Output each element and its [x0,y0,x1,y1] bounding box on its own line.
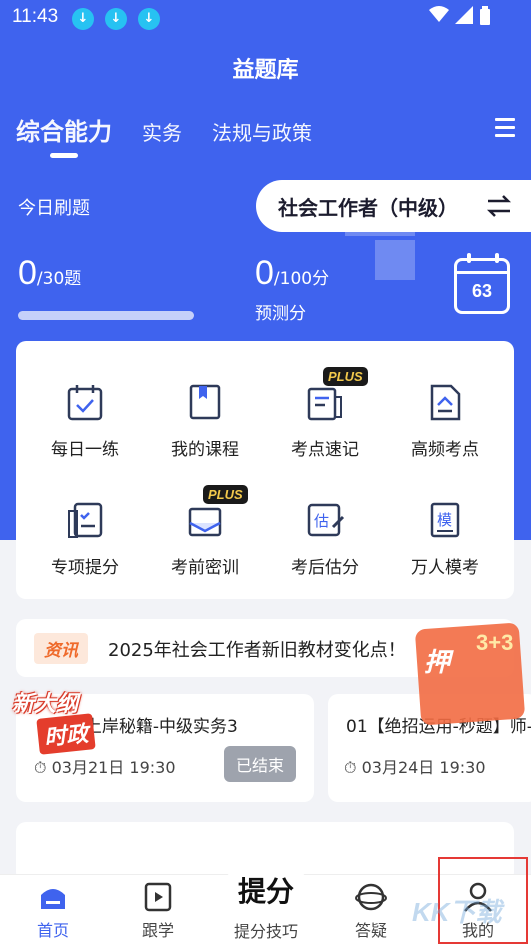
decoration-graphic [345,230,415,280]
feature-label: 万人模考 [411,558,479,578]
page-title: 益题库 [232,58,299,83]
predicted-score: 0 [255,254,274,292]
feature-label: 考前密训 [171,558,239,578]
score-label: 预测分 [255,304,306,324]
new-outline-badge[interactable]: 新大纲 时政 [4,686,114,758]
home-icon [41,889,65,909]
questions-unit: /30题 [36,269,82,289]
download-icon: ↓ [72,8,94,30]
live-time: ⏱ 03月24日 19:30 [344,758,486,777]
status-bar: 11:43 ↓ ↓ ↓ [0,0,531,36]
feature-label: 高频考点 [411,440,479,460]
download-icon: ↓ [105,8,127,30]
calendar-check-icon [67,385,103,421]
svg-text:模: 模 [437,511,452,529]
active-tab-indicator [50,153,78,158]
tab-comprehensive[interactable]: 综合能力 [16,112,112,147]
score-unit: /100分 [273,269,330,289]
status-badge: 已结束 [224,746,297,782]
document-icon [430,384,461,421]
feature-label: 考点速记 [291,440,359,460]
book-icon [189,384,221,420]
questions-progress-bar [18,311,194,320]
subject-tabs: 综合能力 实务 法规与政策 [16,112,342,147]
estimate-icon: 估 [307,503,345,537]
mock-exam-icon: 模 [430,502,460,538]
news-text: 2025年社会工作者新旧教材变化点！ [108,640,406,661]
signal-icon [455,6,473,24]
feature-score-estimate[interactable]: 估 考后估分 [265,501,385,578]
qa-icon [355,883,387,911]
feature-pre-exam-training[interactable]: PLUS 考前密训 [145,485,265,578]
tab-practice[interactable]: 实务 [142,117,182,146]
tab-score-tips[interactable]: 提分 提分技巧 [214,858,318,944]
feature-daily-practice[interactable]: 每日一练 [25,383,145,460]
boost-icon: 提分 [237,875,294,908]
play-video-icon [144,882,172,912]
exam-name: 社会工作者（中级） [278,195,458,220]
today-practice-label: 今日刷题 [18,198,90,219]
battery-icon [480,6,490,25]
feature-label: 每日一练 [51,440,119,460]
predict-questions-badge[interactable]: 押 3+3 [414,622,526,730]
download-icon: ↓ [138,8,160,30]
score-stat: 0/100分 预测分 [255,254,329,324]
tab-home[interactable]: 首页 [13,881,93,941]
feature-label: 我的课程 [171,440,239,460]
feature-label: 考后估分 [291,558,359,578]
feature-mock-exam[interactable]: 模 万人模考 [385,501,505,578]
notes-icon [307,387,342,421]
countdown-days: 63 [471,281,493,301]
feature-special-boost[interactable]: 专项提分 [25,501,145,578]
feature-grid: 每日一练 我的课程 PLUS 考点速记 高频考点 专项提分 PLUS 考前密训 … [16,341,514,599]
wifi-icon [429,6,449,22]
checklist-icon [68,502,103,538]
feature-my-courses[interactable]: 我的课程 [145,383,265,460]
tab-regulations[interactable]: 法规与政策 [212,117,312,146]
feature-key-points[interactable]: PLUS 考点速记 [265,367,385,460]
feature-high-frequency[interactable]: 高频考点 [385,383,505,460]
calendar-countdown[interactable]: 63 [454,253,510,314]
tab-qa[interactable]: 答疑 [331,881,411,941]
watermark: KK下载 [412,897,502,927]
questions-stat: 0/30题 [18,254,81,293]
plus-badge: PLUS [203,485,248,504]
news-tag: 资讯 [34,633,88,664]
status-time: 11:43 [12,6,59,27]
system-icons [429,6,491,26]
swap-icon [486,195,512,217]
questions-done: 0 [18,254,37,292]
tab-follow-study[interactable]: 跟学 [118,881,198,941]
feature-label: 专项提分 [51,558,119,578]
svg-text:估: 估 [314,512,329,530]
menu-icon[interactable] [495,118,515,138]
envelope-icon [188,507,222,537]
plus-badge: PLUS [323,367,368,386]
